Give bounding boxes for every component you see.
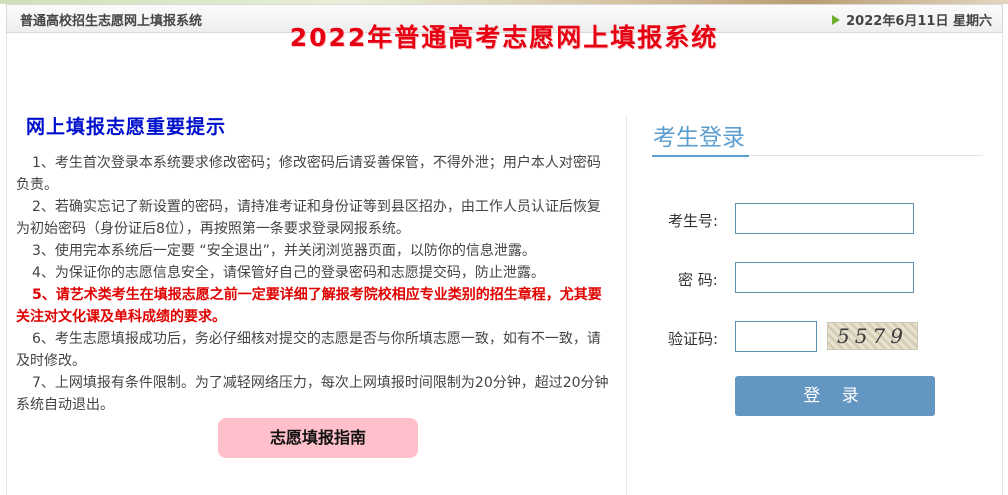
password-label: 密 码:	[678, 271, 718, 289]
notice-title: 网上填报志愿重要提示	[26, 116, 227, 138]
captcha-input[interactable]	[735, 321, 817, 352]
exam-id-label: 考生号:	[668, 212, 719, 230]
notice-item-5-warning: 5、请艺术类考生在填报志愿之前一定要详细了解报考院校相应专业类别的招生章程，尤其…	[16, 287, 602, 325]
exam-id-input[interactable]	[735, 203, 914, 234]
notice-list: 1、考生首次登录本系统要求修改密码；修改密码后请妥善保管，不得外泄；用户本人对密…	[16, 152, 612, 416]
login-button[interactable]: 登 录	[735, 376, 935, 416]
notice-item-7: 7、上网填报有条件限制。为了减轻网络压力，每次上网填报时间限制为20分钟，超过2…	[16, 375, 609, 413]
page-title: 2022年普通高考志愿网上填报系统	[289, 23, 719, 52]
vertical-divider	[626, 115, 627, 495]
notice-item-2: 2、若确实忘记了新设置的密码，请持准考证和身份证等到县区招办，由工作人员认证后恢…	[16, 199, 601, 237]
login-title: 考生登录	[653, 125, 745, 151]
captcha-label: 验证码:	[668, 330, 719, 348]
notice-item-1: 1、考生首次登录本系统要求修改密码；修改密码后请妥善保管，不得外泄；用户本人对密…	[16, 155, 601, 193]
guide-button[interactable]: 志愿填报指南	[218, 418, 418, 458]
captcha-image[interactable]: 5579	[827, 322, 918, 350]
notice-item-6: 6、考生志愿填报成功后，务必仔细核对提交的志愿是否与你所填志愿一致，如有不一致，…	[16, 331, 601, 369]
login-title-underline	[652, 155, 749, 157]
password-input[interactable]	[735, 262, 914, 293]
notice-item-3: 3、使用完本系统后一定要 “安全退出”，并关闭浏览器页面，以防你的信息泄露。	[32, 243, 536, 259]
notice-item-4: 4、为保证你的志愿信息安全，请保管好自己的登录密码和志愿提交码，防止泄露。	[32, 265, 545, 281]
